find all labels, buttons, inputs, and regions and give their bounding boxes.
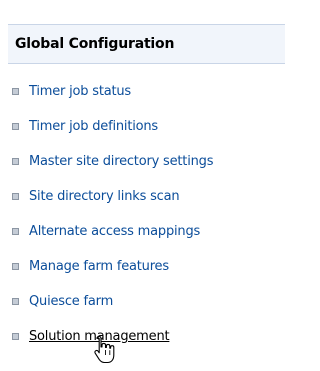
section-title: Global Configuration [15,36,175,52]
link-label[interactable]: Timer job status [29,84,131,99]
link-label[interactable]: Manage farm features [29,259,169,274]
global-configuration-panel: Global Configuration Timer job status Ti… [8,24,285,364]
square-bullet-icon [12,228,19,235]
square-bullet-icon [12,298,19,305]
link-site-directory-links-scan[interactable]: Site directory links scan [8,179,213,214]
square-bullet-icon [12,123,19,130]
link-alternate-access-mappings[interactable]: Alternate access mappings [8,214,213,249]
link-timer-job-status[interactable]: Timer job status [8,74,213,109]
link-timer-job-definitions[interactable]: Timer job definitions [8,109,213,144]
link-solution-management[interactable]: Solution management [8,319,213,364]
link-label[interactable]: Quiesce farm [29,294,113,309]
link-label[interactable]: Alternate access mappings [29,224,200,239]
square-bullet-icon [12,333,19,340]
square-bullet-icon [12,193,19,200]
link-label[interactable]: Site directory links scan [29,189,180,204]
hand-pointer-icon [94,335,115,364]
link-label[interactable]: Timer job definitions [29,119,158,134]
section-header: Global Configuration [8,24,285,64]
square-bullet-icon [12,88,19,95]
square-bullet-icon [12,263,19,270]
square-bullet-icon [12,158,19,165]
configuration-links-list: Timer job status Timer job definitions M… [8,74,213,364]
link-label[interactable]: Master site directory settings [29,154,213,169]
link-master-site-directory-settings[interactable]: Master site directory settings [8,144,213,179]
link-quiesce-farm[interactable]: Quiesce farm [8,284,213,319]
link-manage-farm-features[interactable]: Manage farm features [8,249,213,284]
